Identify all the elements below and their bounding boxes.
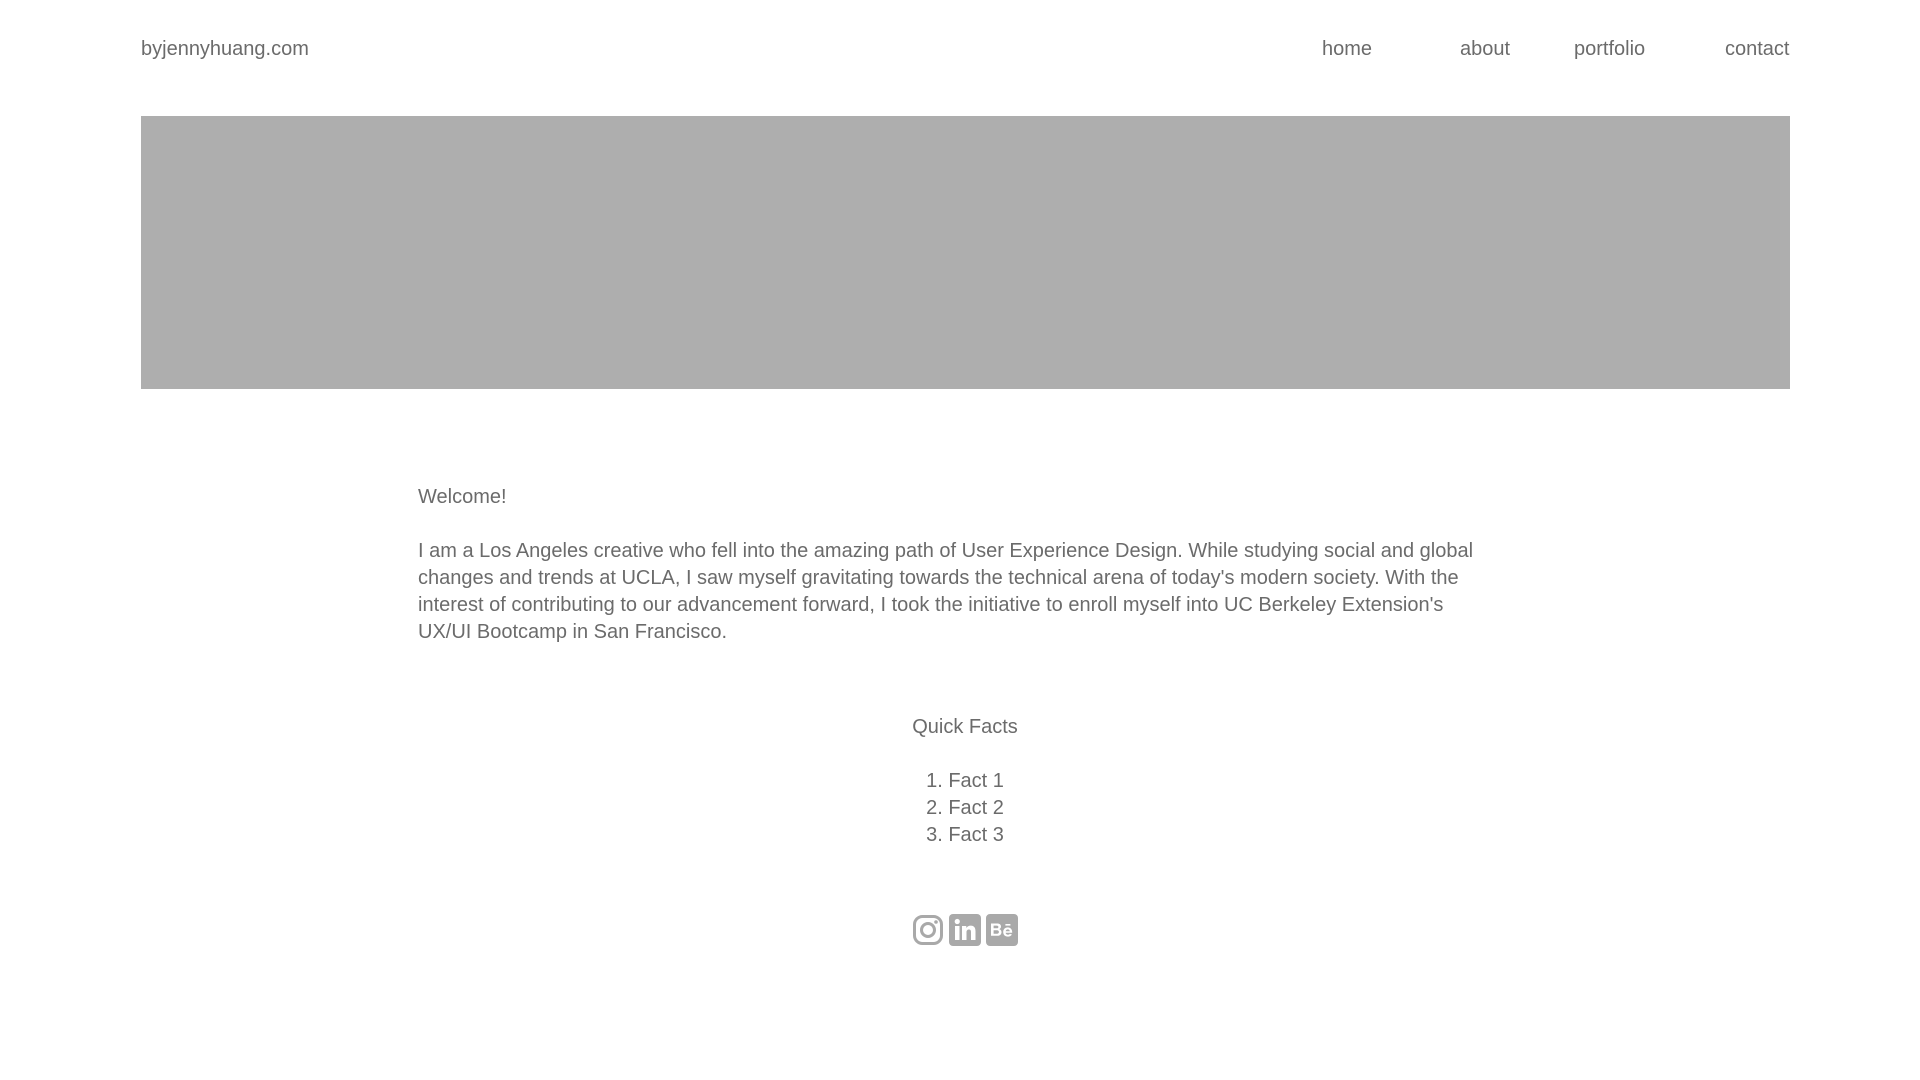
behance-link[interactable] xyxy=(986,914,1018,946)
quick-fact-item: 1. Fact 1 xyxy=(926,770,1004,792)
site-brand-link[interactable]: byjennyhuang.com xyxy=(141,36,309,62)
social-links xyxy=(912,914,1018,946)
bio-paragraph: I am a Los Angeles creative who fell int… xyxy=(418,540,1474,643)
quick-fact-item: 2. Fact 2 xyxy=(926,797,1004,819)
behance-icon xyxy=(986,914,1018,946)
welcome-heading: Welcome! xyxy=(418,486,507,508)
hero-image-placeholder xyxy=(141,116,1790,389)
nav-about-link[interactable]: about xyxy=(1460,36,1510,62)
quick-fact-item: 3. Fact 3 xyxy=(926,824,1004,846)
quick-facts-section: Quick Facts 1. Fact 1 2. Fact 2 3. Fact … xyxy=(0,714,1920,849)
instagram-link[interactable] xyxy=(912,914,944,946)
linkedin-icon xyxy=(949,914,981,946)
nav-contact-link[interactable]: contact xyxy=(1725,36,1789,62)
quick-facts-list: 1. Fact 1 2. Fact 2 3. Fact 3 xyxy=(926,768,1004,849)
linkedin-link[interactable] xyxy=(949,914,981,946)
nav-portfolio-link[interactable]: portfolio xyxy=(1574,36,1645,62)
instagram-icon xyxy=(913,915,943,945)
intro-section: Welcome! I am a Los Angeles creative who… xyxy=(418,484,1478,646)
quick-facts-title: Quick Facts xyxy=(912,716,1018,738)
nav-home-link[interactable]: home xyxy=(1322,36,1372,62)
